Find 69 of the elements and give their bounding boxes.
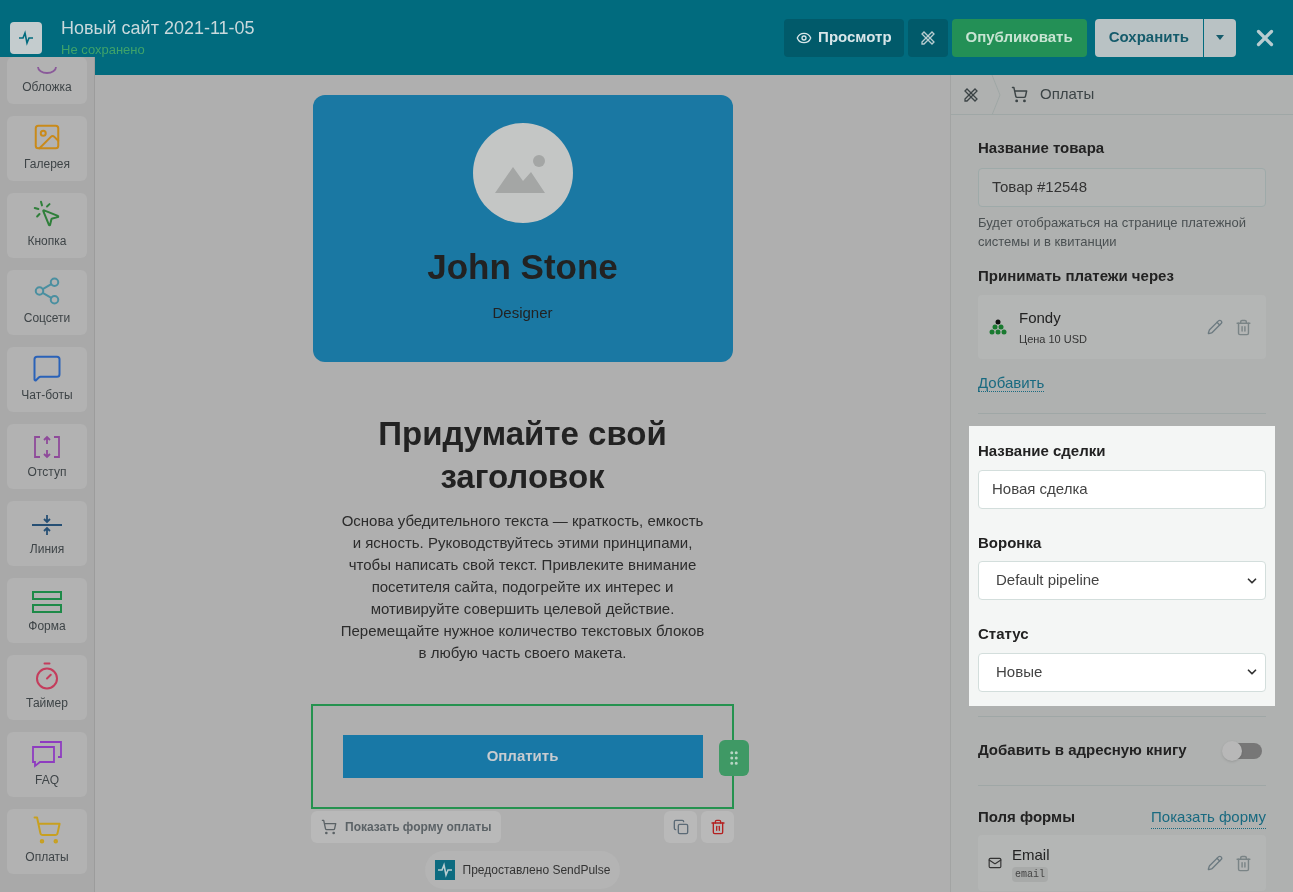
field-label: Статус bbox=[978, 624, 1030, 644]
save-options-button[interactable] bbox=[1204, 18, 1236, 57]
status-select[interactable]: Новые bbox=[978, 652, 1266, 692]
pay-button[interactable]: Оплатить bbox=[342, 735, 703, 778]
gallery-icon bbox=[32, 122, 62, 152]
faq-icon bbox=[31, 738, 63, 768]
divider-icon bbox=[31, 513, 63, 537]
button-icon bbox=[32, 199, 62, 229]
block-tile[interactable]: Оплаты bbox=[7, 809, 87, 874]
field-label: Поля формы bbox=[978, 807, 1075, 827]
field-tag: email bbox=[1012, 866, 1048, 882]
address-book-toggle[interactable] bbox=[1224, 742, 1262, 759]
field-label: Принимать платежи через bbox=[978, 265, 1175, 286]
show-payment-form-button[interactable]: Показать форму оплаты bbox=[311, 811, 502, 843]
section-heading: Придумайте свой заголовок bbox=[377, 414, 668, 497]
profile-role: Designer bbox=[492, 302, 553, 323]
block-tile[interactable]: Линия bbox=[7, 501, 87, 566]
caret-icon bbox=[1216, 35, 1224, 40]
block-tile[interactable]: FAQ bbox=[7, 732, 87, 797]
chat-icon bbox=[32, 353, 62, 383]
toggle-label: Добавить в адресную книгу bbox=[978, 740, 1187, 761]
block-tile[interactable]: Форма bbox=[7, 578, 87, 643]
share-icon bbox=[32, 276, 62, 306]
cart-icon bbox=[1011, 86, 1028, 103]
site-title: Новый сайт 2021-11-05 bbox=[61, 16, 255, 40]
cart-icon bbox=[321, 819, 337, 835]
preview-button[interactable]: Просмотр bbox=[784, 18, 904, 57]
mail-icon bbox=[988, 856, 1002, 870]
deal-name-input[interactable]: Новая сделка bbox=[978, 469, 1266, 509]
block-tile[interactable]: Галерея bbox=[7, 116, 87, 181]
block-tile[interactable]: Соцсети bbox=[7, 270, 87, 335]
spacing-icon bbox=[32, 434, 62, 460]
trash-icon bbox=[709, 819, 726, 835]
save-button[interactable]: Сохранить bbox=[1094, 18, 1203, 57]
add-link[interactable]: Добавить bbox=[978, 374, 1045, 392]
tools-button[interactable] bbox=[907, 18, 948, 57]
show-form-link[interactable]: Показать форму bbox=[1151, 805, 1266, 829]
breadcrumb[interactable]: Оплаты bbox=[1040, 83, 1095, 106]
block-tile[interactable]: Кнопка bbox=[7, 193, 87, 258]
profile-name: John Stone bbox=[427, 246, 618, 288]
publish-button[interactable]: Опубликовать bbox=[951, 18, 1087, 57]
form-icon bbox=[31, 590, 63, 614]
block-tile[interactable]: Обложка bbox=[7, 57, 87, 104]
delete-icon[interactable] bbox=[1235, 854, 1252, 872]
payment-name: Fondy bbox=[1019, 307, 1062, 328]
duplicate-button[interactable] bbox=[664, 811, 697, 843]
delete-icon[interactable] bbox=[1235, 318, 1252, 336]
field-label: Название сделки bbox=[978, 441, 1107, 461]
pulse-icon bbox=[18, 29, 34, 46]
field-label: Воронка bbox=[978, 532, 1043, 553]
product-name-input[interactable]: Товар #12548 bbox=[978, 167, 1266, 207]
sendpulse-badge: Предоставлено SendPulse bbox=[424, 851, 621, 889]
block-tile[interactable]: Отступ bbox=[7, 424, 87, 489]
copy-icon bbox=[672, 819, 689, 835]
field-label: Название товара bbox=[978, 138, 1106, 158]
section-text: Основа убедительного текста — краткость, емкость и ясность. Руководствуйтесь этими принципами, чтобы написать свой текст. Привлеките внимание посетителя сайта, подогрейте их интерес и мотивируйте совершить целевой действие. Перемещайте нужное количество текстовых блоков в любую часть своего макета. bbox=[339, 511, 706, 663]
fondy-logo bbox=[988, 319, 1008, 335]
edit-icon[interactable] bbox=[1207, 855, 1223, 871]
cart-icon bbox=[32, 815, 62, 845]
edit-icon[interactable] bbox=[1207, 319, 1223, 335]
block-tile[interactable]: Таймер bbox=[7, 655, 87, 720]
pipeline-select[interactable]: Default pipeline bbox=[978, 561, 1266, 600]
payment-price: Цена 10 USD bbox=[1019, 332, 1088, 347]
field-hint: Будет отображаться на странице платежной системы и в квитанции bbox=[978, 213, 1248, 251]
drag-handle[interactable] bbox=[719, 740, 749, 776]
save-status: Не сохранено bbox=[61, 40, 146, 59]
field-name: Email bbox=[1012, 845, 1050, 866]
block-tile[interactable]: Чат-боты bbox=[7, 347, 87, 412]
delete-button[interactable] bbox=[701, 811, 734, 843]
